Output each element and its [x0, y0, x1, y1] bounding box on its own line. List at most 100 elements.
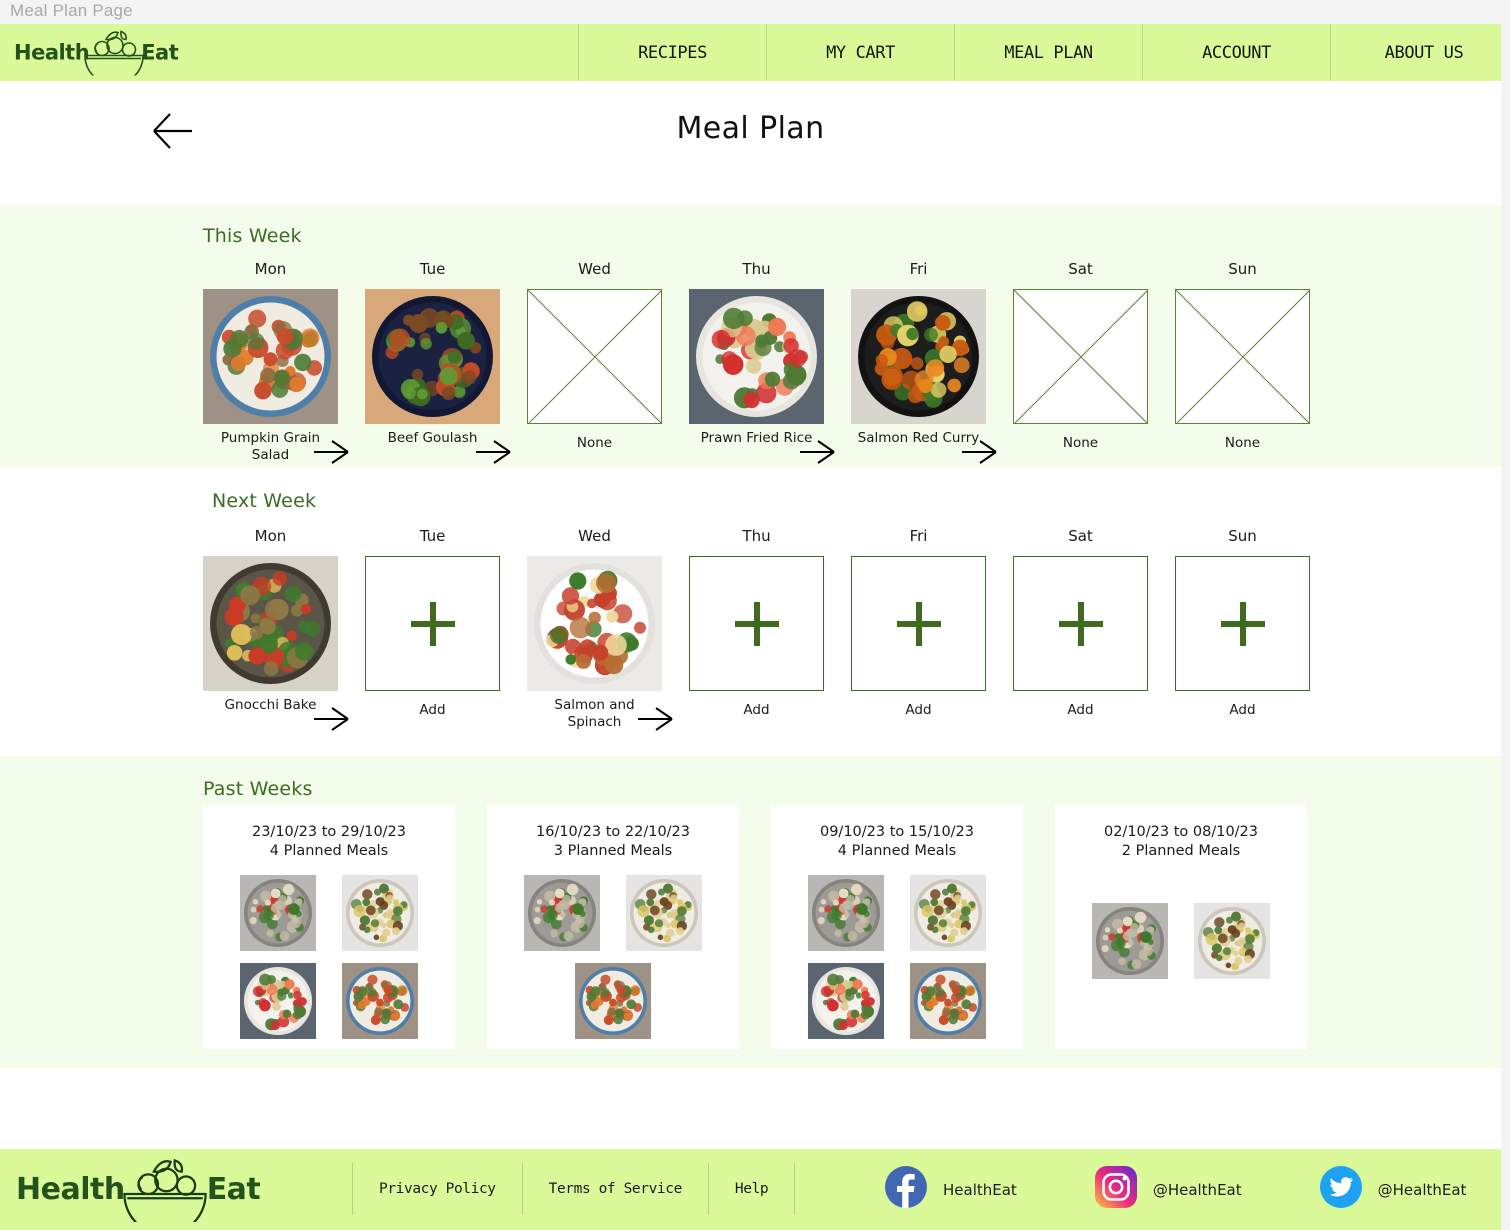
past-weeks-card-list: 23/10/23 to 29/10/23 4 Planned Meals 16/1… — [203, 805, 1339, 1050]
add-label: Add — [419, 702, 446, 718]
nav-item-my-cart[interactable]: MY CART — [766, 24, 954, 81]
past-week-card[interactable]: 23/10/23 to 29/10/23 4 Planned Meals — [203, 805, 455, 1050]
social-instagram[interactable]: @HealthEat — [1094, 1166, 1242, 1213]
past-meal-thumbnail[interactable] — [1092, 903, 1168, 979]
day-cell-wed[interactable]: Wed None — [527, 260, 662, 464]
past-meal-thumbnail[interactable] — [524, 875, 600, 951]
footer-link-help[interactable]: Help — [707, 1163, 796, 1215]
this-week-day-grid: Mon Pumpkin Grain Salad Tue Beef Goulash W… — [203, 260, 1337, 464]
past-week-thumbnails — [1055, 875, 1307, 991]
chevron-right-arrow-icon[interactable] — [960, 439, 1000, 465]
meal-label-row: Add — [851, 697, 986, 731]
plus-icon — [734, 601, 779, 646]
plus-icon — [1058, 601, 1103, 646]
day-cell-mon[interactable]: Mon Pumpkin Grain Salad — [203, 260, 349, 464]
empty-crossed-box-icon[interactable] — [1013, 289, 1148, 424]
day-cell-sat[interactable]: Sat Add — [1013, 527, 1148, 731]
day-cell-fri[interactable]: Fri Add — [851, 527, 986, 731]
footer-brand-logo[interactable]: Health Eat — [16, 1152, 261, 1230]
footer-brand-name-left: Health — [16, 1172, 125, 1207]
meal-label-row: Add — [1013, 697, 1148, 731]
day-label: Wed — [578, 260, 611, 278]
nav-item-meal-plan[interactable]: MEAL PLAN — [954, 24, 1142, 81]
add-meal-button[interactable] — [365, 556, 500, 691]
past-meal-thumbnail[interactable] — [342, 963, 418, 1039]
footer-brand-name-right: Eat — [206, 1172, 261, 1207]
empty-crossed-box-icon[interactable] — [527, 289, 662, 424]
meal-thumbnail[interactable] — [527, 556, 662, 691]
meal-label-row: None — [1013, 430, 1148, 464]
day-cell-sat[interactable]: Sat None — [1013, 260, 1148, 464]
brand-name-right: Eat — [141, 40, 179, 65]
past-meal-thumbnail[interactable] — [342, 875, 418, 951]
past-meal-thumbnail[interactable] — [808, 963, 884, 1039]
plus-icon — [1220, 601, 1265, 646]
footer-link-terms-of-service[interactable]: Terms of Service — [521, 1163, 708, 1215]
this-week-heading: This Week — [203, 225, 302, 247]
past-week-date-range: 02/10/23 to 08/10/23 — [1103, 824, 1259, 840]
day-cell-sun[interactable]: Sun Add — [1175, 527, 1310, 731]
social-instagram-handle: @HealthEat — [1152, 1180, 1242, 1199]
chevron-right-arrow-icon[interactable] — [636, 706, 676, 732]
past-meal-thumbnail[interactable] — [575, 963, 651, 1039]
chevron-right-arrow-icon[interactable] — [798, 439, 838, 465]
nav-item-recipes[interactable]: RECIPES — [578, 24, 766, 81]
day-label: Sat — [1068, 527, 1093, 545]
chevron-right-arrow-icon[interactable] — [312, 439, 352, 465]
past-meal-thumbnail[interactable] — [910, 963, 986, 1039]
nav-item-account[interactable]: ACCOUNT — [1142, 24, 1330, 81]
day-cell-thu[interactable]: Thu Add — [689, 527, 824, 731]
past-meal-thumbnail[interactable] — [1194, 903, 1270, 979]
empty-crossed-box-icon[interactable] — [1175, 289, 1310, 424]
past-meal-thumbnail[interactable] — [240, 963, 316, 1039]
day-label: Sat — [1068, 260, 1093, 278]
social-twitter[interactable]: @HealthEat — [1319, 1166, 1467, 1213]
meal-plan-page: Meal Plan Page Health Eat RECIPES MY CAR… — [0, 0, 1510, 1230]
add-meal-button[interactable] — [1013, 556, 1148, 691]
none-label: None — [576, 435, 613, 451]
day-cell-mon[interactable]: Mon Gnocchi Bake — [203, 527, 349, 731]
meal-label-row: Gnocchi Bake — [203, 697, 349, 731]
salad-bowl-icon — [77, 25, 151, 85]
past-week-card[interactable]: 09/10/23 to 15/10/23 4 Planned Meals — [771, 805, 1023, 1050]
past-meal-thumbnail[interactable] — [626, 875, 702, 951]
add-meal-button[interactable] — [851, 556, 986, 691]
meal-label-row: Add — [365, 697, 500, 731]
plus-icon — [410, 601, 455, 646]
past-week-thumbnails — [771, 875, 1023, 1051]
instagram-icon — [1094, 1166, 1137, 1213]
social-facebook[interactable]: HealthEat — [885, 1166, 1017, 1213]
meal-thumbnail[interactable] — [365, 289, 500, 424]
meal-thumbnail[interactable] — [689, 289, 824, 424]
chevron-right-arrow-icon[interactable] — [474, 439, 514, 465]
add-meal-button[interactable] — [1175, 556, 1310, 691]
day-cell-wed[interactable]: Wed Salmon and Spinach — [527, 527, 673, 731]
page-canvas: Health Eat RECIPES MY CART MEAL PLAN ACC… — [0, 24, 1510, 1230]
day-cell-thu[interactable]: Thu Prawn Fried Rice — [689, 260, 835, 464]
meal-label-row: Prawn Fried Rice — [689, 430, 835, 464]
day-cell-fri[interactable]: Fri Salmon Red Curry — [851, 260, 997, 464]
past-week-card[interactable]: 02/10/23 to 08/10/23 2 Planned Meals — [1055, 805, 1307, 1050]
meal-label-row: Add — [689, 697, 824, 731]
brand-logo[interactable]: Health Eat — [14, 25, 179, 85]
past-week-card[interactable]: 16/10/23 to 22/10/23 3 Planned Meals — [487, 805, 739, 1050]
past-week-meal-count: 2 Planned Meals — [1121, 843, 1241, 859]
meal-label-row: Salmon Red Curry — [851, 430, 997, 464]
page-title: Meal Plan — [676, 111, 825, 146]
past-meal-thumbnail[interactable] — [808, 875, 884, 951]
past-meal-thumbnail[interactable] — [240, 875, 316, 951]
meal-thumbnail[interactable] — [851, 289, 986, 424]
add-meal-button[interactable] — [689, 556, 824, 691]
nav-item-about-us[interactable]: ABOUT US — [1330, 24, 1510, 81]
meal-thumbnail[interactable] — [203, 289, 338, 424]
window-title-bar: Meal Plan Page — [0, 0, 1510, 24]
social-twitter-handle: @HealthEat — [1377, 1180, 1467, 1199]
footer-link-privacy-policy[interactable]: Privacy Policy — [352, 1163, 522, 1215]
day-cell-sun[interactable]: Sun None — [1175, 260, 1310, 464]
day-cell-tue[interactable]: Tue Beef Goulash — [365, 260, 511, 464]
chevron-right-arrow-icon[interactable] — [312, 706, 352, 732]
day-cell-tue[interactable]: Tue Add — [365, 527, 500, 731]
past-week-date-range: 16/10/23 to 22/10/23 — [535, 824, 691, 840]
meal-thumbnail[interactable] — [203, 556, 338, 691]
past-meal-thumbnail[interactable] — [910, 875, 986, 951]
